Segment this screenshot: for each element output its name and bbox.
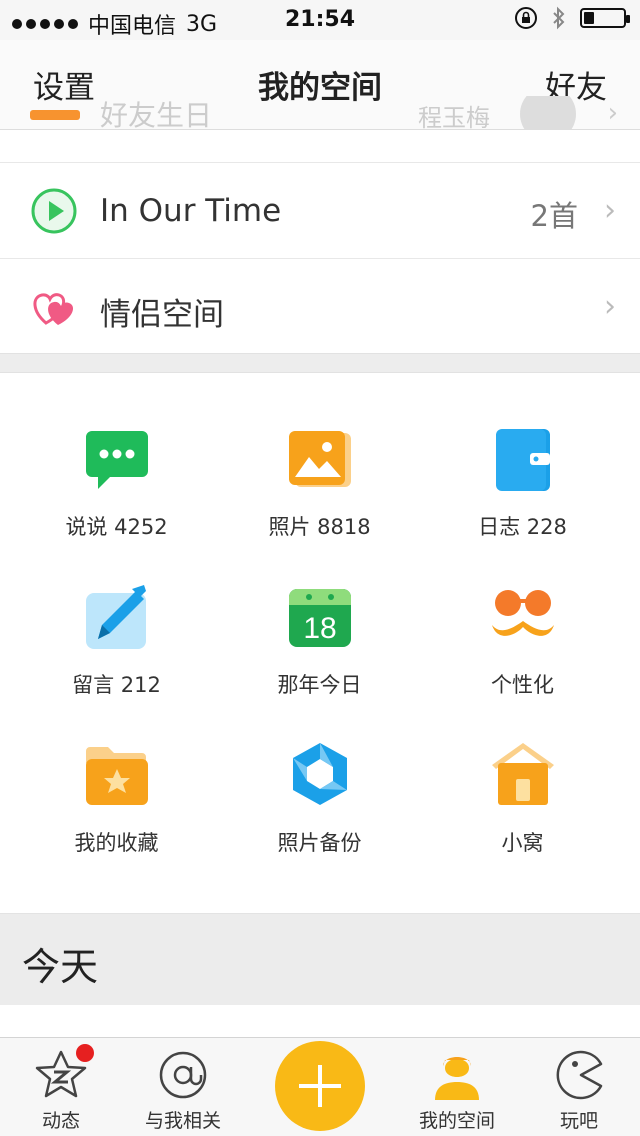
battery-icon xyxy=(580,8,630,28)
chevron-right-icon: › xyxy=(607,98,618,128)
hearts-icon xyxy=(33,293,74,325)
grid-item-den[interactable]: 小窝 xyxy=(416,733,629,891)
couple-space-row[interactable]: 情侣空间 › xyxy=(0,259,640,355)
tab-related[interactable]: 与我相关 xyxy=(128,1038,238,1136)
music-row[interactable]: In Our Time 2首 › xyxy=(0,163,640,259)
tab-label: 动态 xyxy=(41,1110,80,1132)
grid-item-personalize[interactable]: 个性化 xyxy=(416,575,629,733)
grid-item-shuoshuo[interactable]: 说说 4252 xyxy=(10,417,223,575)
tab-label: 我的空间 xyxy=(418,1110,495,1132)
grid-item-on-this-day[interactable]: 18 那年今日 xyxy=(213,575,426,733)
avatar xyxy=(520,96,576,130)
music-count: 2首 xyxy=(530,199,578,233)
cake-icon xyxy=(30,110,80,120)
grid-item-photos[interactable]: 照片 8818 xyxy=(213,417,426,575)
grid-item-photo-backup[interactable]: 照片备份 xyxy=(213,733,426,891)
bluetooth-icon xyxy=(553,6,565,30)
friend-birthday-row[interactable]: 好友生日 程玉梅 › xyxy=(0,96,640,130)
grid-item-label: 我的收藏 xyxy=(74,831,159,855)
feature-grid: 说说 4252 照片 8818 日志 228 留言 212 18 那年今日 个性… xyxy=(0,373,640,913)
chevron-right-icon: › xyxy=(604,193,616,228)
friend-birthday-label: 好友生日 xyxy=(100,99,213,130)
grid-item-label: 照片 8818 xyxy=(268,515,371,539)
settings-list: In Our Time 2首 › 情侣空间 › xyxy=(0,130,640,355)
calendar-day: 18 xyxy=(303,612,336,645)
tab-label: 玩吧 xyxy=(559,1110,598,1132)
grid-item-label: 小窝 xyxy=(501,831,544,855)
mustache-glasses-icon xyxy=(492,590,554,636)
chevron-right-icon: › xyxy=(604,289,616,324)
grid-item-label: 日志 228 xyxy=(478,515,567,539)
status-bar: 中国电信 3G 21:54 xyxy=(0,0,640,40)
tab-play[interactable]: 玩吧 xyxy=(524,1038,634,1136)
star-folder-icon xyxy=(86,747,148,805)
backup-hexagon-icon xyxy=(293,743,347,805)
tab-my-space[interactable]: 我的空间 xyxy=(402,1038,512,1136)
pen-icon xyxy=(86,585,146,649)
couple-space-label: 情侣空间 xyxy=(100,297,224,333)
grid-item-favorites[interactable]: 我的收藏 xyxy=(10,733,223,891)
at-icon xyxy=(159,1051,207,1099)
house-icon xyxy=(492,743,554,805)
notebook-icon xyxy=(496,429,550,491)
grid-item-messages[interactable]: 留言 212 xyxy=(10,575,223,733)
grid-item-label: 说说 4252 xyxy=(65,515,168,539)
grid-item-label: 留言 212 xyxy=(72,673,161,697)
grid-item-label: 照片备份 xyxy=(277,831,362,855)
list-row-partial xyxy=(0,130,640,163)
person-icon xyxy=(435,1057,479,1100)
friend-birthday-name: 程玉梅 xyxy=(418,104,490,130)
battery-fill xyxy=(584,12,594,24)
tab-label: 与我相关 xyxy=(144,1110,221,1132)
section-divider xyxy=(0,353,640,373)
grid-item-blog[interactable]: 日志 228 xyxy=(416,417,629,575)
tab-feed[interactable]: 动态 xyxy=(6,1038,116,1136)
today-section-header: 今天 xyxy=(0,913,640,1005)
music-label: In Our Time xyxy=(100,193,282,229)
pacman-icon xyxy=(556,1050,603,1100)
calendar-icon: 18 xyxy=(289,589,351,647)
rotation-lock-icon xyxy=(515,7,537,29)
feed-area xyxy=(0,1005,640,1037)
chat-bubble-icon xyxy=(86,431,148,489)
grid-item-label: 个性化 xyxy=(491,673,554,697)
play-icon xyxy=(31,188,77,234)
compose-plus-button[interactable] xyxy=(275,1041,365,1131)
notification-badge xyxy=(76,1044,94,1062)
section-title: 今天 xyxy=(22,945,99,989)
photo-icon xyxy=(289,431,351,487)
grid-item-label: 那年今日 xyxy=(277,673,362,697)
